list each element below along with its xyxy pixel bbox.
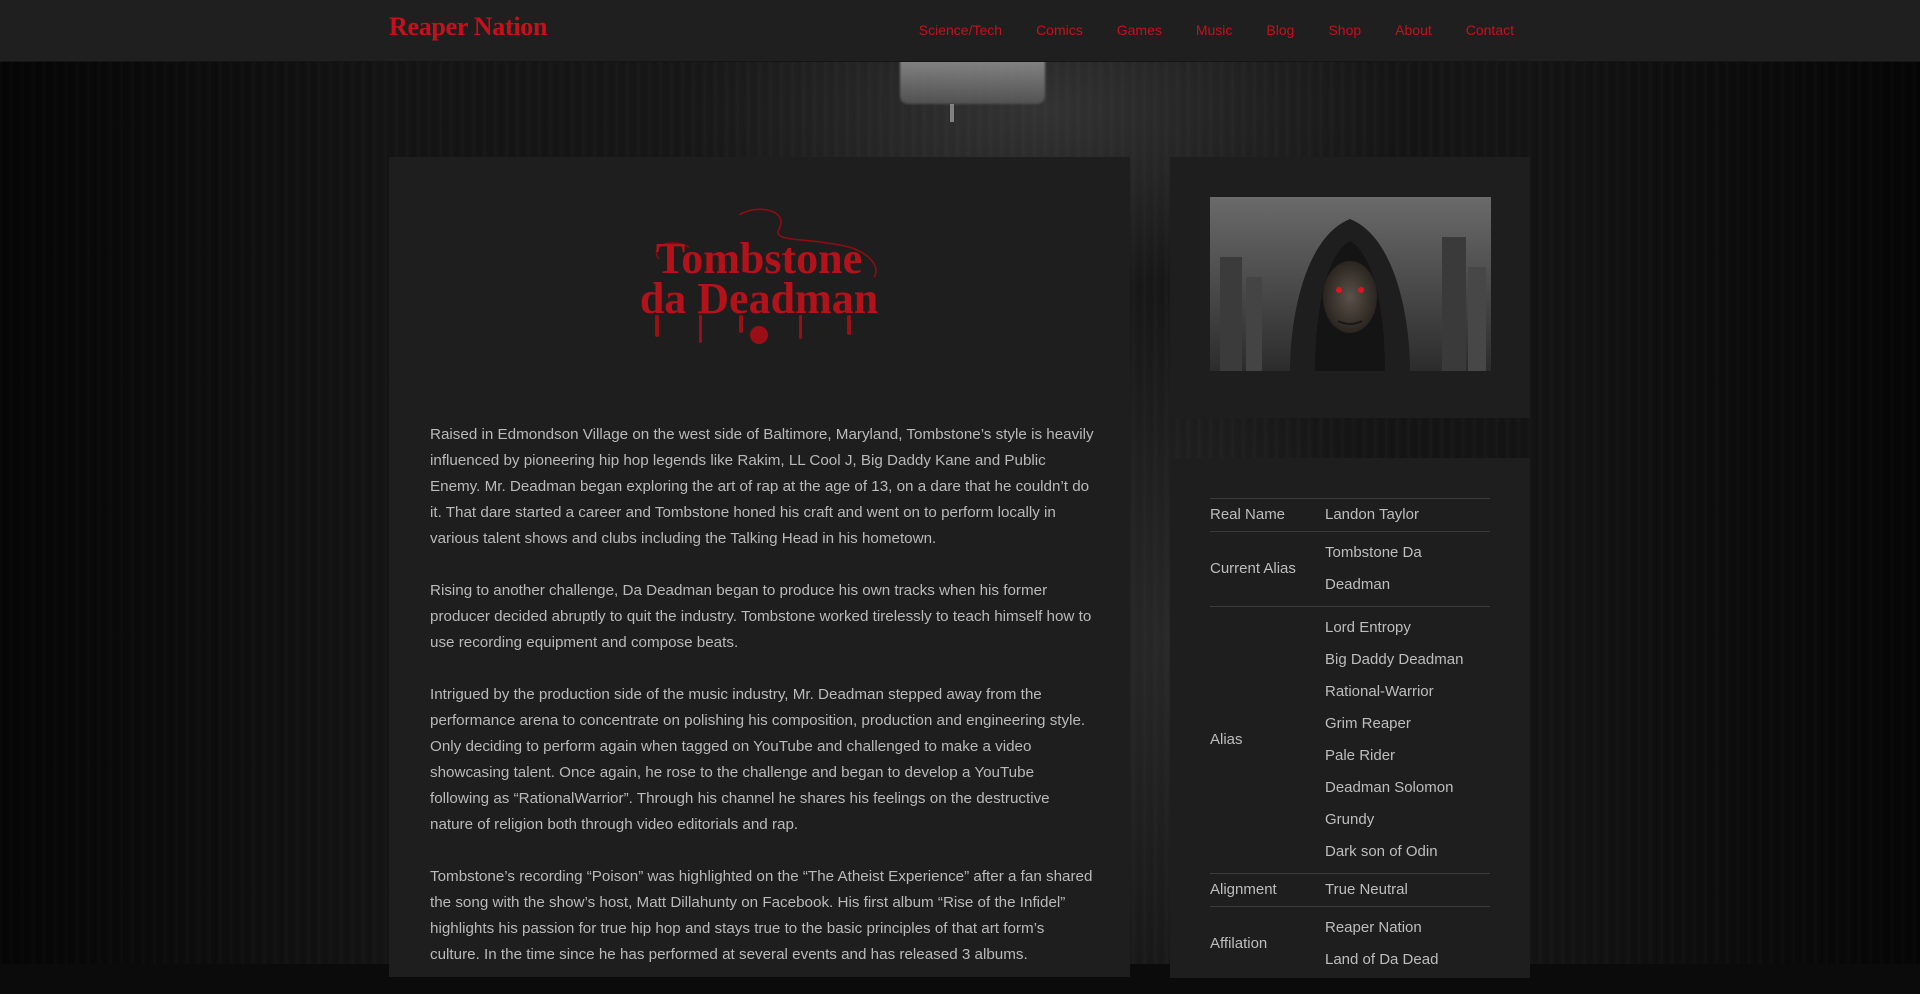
profile-table: Real Name Landon Taylor Current Alias To… (1210, 498, 1490, 981)
site-logo-link[interactable]: Reaper Nation (389, 12, 547, 42)
profile-value: Tombstone Da Deadman (1325, 531, 1490, 607)
artist-photo-image (1210, 197, 1491, 371)
artist-profile-panel: Real Name Landon Taylor Current Alias To… (1170, 458, 1530, 981)
background-lamp (900, 60, 1045, 104)
nav-comics[interactable]: Comics (1036, 22, 1083, 38)
profile-label: Alias (1210, 606, 1325, 874)
profile-row-alias: Alias Lord Entropy Big Daddy Deadman Rat… (1210, 606, 1490, 874)
alias-item: Grim Reaper (1325, 715, 1411, 732)
artist-logo: Tombstone da Deadman (619, 207, 899, 352)
profile-row-real-name: Real Name Landon Taylor (1210, 498, 1490, 532)
alias-item: Deadman Solomon (1325, 779, 1454, 796)
profile-value: Landon Taylor (1325, 498, 1490, 532)
affiliation-item: Reaper Nation (1325, 919, 1422, 936)
profile-label: Affilation (1210, 906, 1325, 981)
artist-biography: Raised in Edmondson Village on the west … (430, 422, 1095, 994)
background-lamp-glow (950, 104, 954, 122)
nav-blog[interactable]: Blog (1266, 22, 1294, 38)
profile-label: Alignment (1210, 873, 1325, 907)
nav-games[interactable]: Games (1117, 22, 1162, 38)
artist-photo (1210, 197, 1491, 371)
nav-about[interactable]: About (1395, 22, 1432, 38)
bio-paragraph-4: Tombstone’s recording “Poison” was highl… (430, 868, 1093, 963)
profile-value: True Neutral (1325, 873, 1490, 907)
profile-value-line: Deadman (1325, 576, 1391, 593)
alias-item: Grundy (1325, 811, 1375, 828)
profile-value-line: Tombstone Da (1325, 544, 1422, 561)
main-nav: Science/Tech Comics Games Music Blog Sho… (885, 22, 1514, 38)
artist-photo-panel (1170, 157, 1530, 418)
alias-item: Pale Rider (1325, 747, 1396, 764)
profile-row-alignment: Alignment True Neutral (1210, 873, 1490, 907)
alias-item: Rational-Warrior (1325, 683, 1434, 700)
logo-line-2: da Deadman (640, 274, 878, 323)
profile-value: Lord Entropy Big Daddy Deadman Rational-… (1325, 606, 1490, 874)
main-content-panel: Tombstone da Deadman Raised in Edmondson… (389, 157, 1130, 977)
nav-music[interactable]: Music (1196, 22, 1233, 38)
profile-value: Reaper Nation Land of Da Dead (1325, 906, 1490, 981)
profile-label: Current Alias (1210, 531, 1325, 607)
artist-logo-graphic: Tombstone da Deadman (640, 208, 878, 344)
bio-paragraph-1: Raised in Edmondson Village on the west … (430, 426, 1094, 547)
nav-science-tech[interactable]: Science/Tech (919, 22, 1002, 38)
alias-item: Lord Entropy (1325, 619, 1411, 636)
profile-row-affiliation: Affilation Reaper Nation Land of Da Dead (1210, 906, 1490, 981)
top-navigation-bar: Reaper Nation Science/Tech Comics Games … (0, 0, 1920, 62)
nav-shop[interactable]: Shop (1328, 22, 1361, 38)
nav-contact[interactable]: Contact (1466, 22, 1514, 38)
affiliation-item: Land of Da Dead (1325, 951, 1439, 968)
bio-paragraph-2: Rising to another challenge, Da Deadman … (430, 582, 1092, 651)
bio-paragraph-3: Intrigued by the production side of the … (430, 686, 1086, 833)
alias-item: Dark son of Odin (1325, 843, 1438, 860)
profile-label: Real Name (1210, 498, 1325, 532)
profile-row-current-alias: Current Alias Tombstone Da Deadman (1210, 531, 1490, 607)
alias-item: Big Daddy Deadman (1325, 651, 1464, 668)
